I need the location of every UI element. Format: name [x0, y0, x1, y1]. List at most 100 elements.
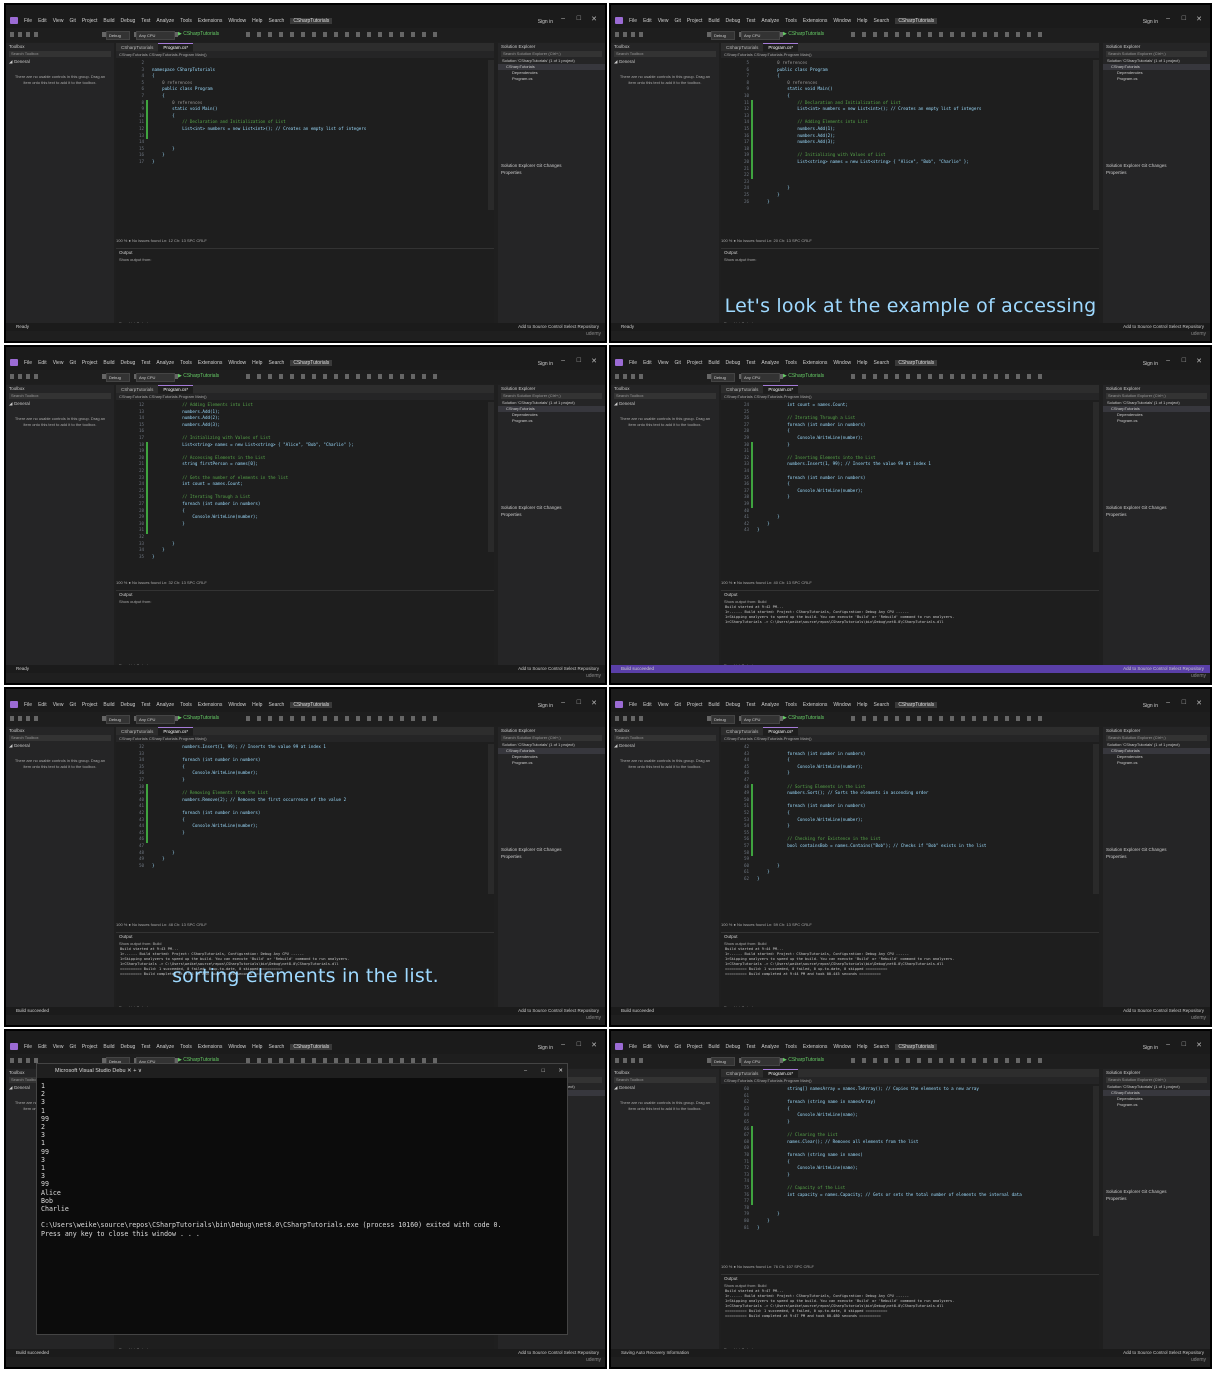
menu-item-edit[interactable]: Edit	[38, 1044, 47, 1050]
add-to-source-control[interactable]: Add to Source Control	[1123, 1008, 1167, 1013]
solution-search[interactable]: Search Solution Explorer (Ctrl+;)	[501, 393, 602, 399]
toolbar-tool-icon[interactable]	[851, 374, 855, 379]
add-to-source-control[interactable]: Add to Source Control	[518, 324, 562, 329]
toolbar-tool-icon[interactable]	[939, 1058, 943, 1063]
menu-item-tools[interactable]: Tools	[180, 1044, 192, 1050]
sign-in-link[interactable]: Sign in	[538, 19, 553, 25]
maximize-icon[interactable]: □	[1182, 1041, 1186, 1048]
menu-item-view[interactable]: View	[53, 1044, 64, 1050]
search-button[interactable]: Search	[268, 18, 284, 24]
toolbar-tool-icon[interactable]	[34, 716, 38, 721]
program-cs-node[interactable]: Program.cs	[1103, 76, 1210, 82]
nav-class[interactable]: CSharpTutorials.Program	[754, 1078, 799, 1083]
menu-item-analyze[interactable]: Analyze	[156, 1044, 174, 1050]
menu-item-project[interactable]: Project	[82, 360, 98, 366]
toolbar-tool-icon[interactable]	[367, 374, 371, 379]
toolbar-tool-icon[interactable]	[246, 374, 250, 379]
menu-item-debug[interactable]: Debug	[121, 360, 136, 366]
close-icon[interactable]: ✕	[591, 699, 597, 707]
toolbar-tool-icon[interactable]	[279, 716, 283, 721]
toolbar-tool-icon[interactable]	[10, 374, 14, 379]
menu-item-extensions[interactable]: Extensions	[803, 360, 827, 366]
toolbar-tool-icon[interactable]	[345, 32, 349, 37]
toolbar-tool-icon[interactable]	[631, 1058, 635, 1063]
platform-dropdown[interactable]: Any CPU	[136, 373, 175, 382]
menu-item-build[interactable]: Build	[708, 1044, 719, 1050]
start-button[interactable]: ▶ CSharpTutorials	[178, 373, 219, 379]
menu-item-window[interactable]: Window	[833, 702, 851, 708]
toolbar-tool-icon[interactable]	[906, 374, 910, 379]
toolbar-tool-icon[interactable]	[1027, 716, 1031, 721]
sign-in-link[interactable]: Sign in	[538, 703, 553, 709]
toolbox-search[interactable]: Search Toolbox	[9, 735, 111, 741]
zoom-level[interactable]: 100 %	[116, 922, 127, 927]
editor-scrollbar[interactable]	[1093, 402, 1099, 552]
menu-item-edit[interactable]: Edit	[643, 18, 652, 24]
menu-item-git[interactable]: Git	[69, 18, 75, 24]
toolbar-tool-icon[interactable]	[950, 32, 954, 37]
toolbar-tool-icon[interactable]	[257, 374, 261, 379]
toolbar-tool-icon[interactable]	[10, 32, 14, 37]
toolbar-tool-icon[interactable]	[1016, 1058, 1020, 1063]
menu-item-git[interactable]: Git	[69, 1044, 75, 1050]
toolbar-tool-icon[interactable]	[334, 32, 338, 37]
menu-item-edit[interactable]: Edit	[38, 18, 47, 24]
output-source-dropdown[interactable]: Build	[758, 599, 767, 604]
menu-item-help[interactable]: Help	[252, 18, 262, 24]
toolbar-tool-icon[interactable]	[972, 716, 976, 721]
minimize-icon[interactable]: –	[1166, 357, 1170, 364]
menu-item-debug[interactable]: Debug	[726, 360, 741, 366]
maximize-icon[interactable]: □	[1182, 357, 1186, 364]
minimize-icon[interactable]: –	[561, 699, 565, 706]
menu-item-project[interactable]: Project	[687, 1044, 703, 1050]
toolbar-tool-icon[interactable]	[433, 716, 437, 721]
toolbar-tool-icon[interactable]	[873, 32, 877, 37]
menu-item-window[interactable]: Window	[833, 1044, 851, 1050]
toolbar-tool-icon[interactable]	[623, 32, 627, 37]
menu-item-build[interactable]: Build	[708, 18, 719, 24]
select-repository[interactable]: Select Repository	[1169, 1008, 1204, 1013]
toolbar-tool-icon[interactable]	[851, 1058, 855, 1063]
toolbar-tool-icon[interactable]	[1016, 32, 1020, 37]
close-icon[interactable]: ✕	[1196, 15, 1202, 23]
toolbar-tool-icon[interactable]	[862, 1058, 866, 1063]
menu-item-tools[interactable]: Tools	[785, 1044, 797, 1050]
config-dropdown[interactable]: Debug	[711, 31, 735, 40]
toolbar-tool-icon[interactable]	[18, 1058, 22, 1063]
toolbar-tool-icon[interactable]	[884, 32, 888, 37]
toolbar-tool-icon[interactable]	[873, 374, 877, 379]
start-button[interactable]: ▶ CSharpTutorials	[783, 1057, 824, 1063]
toolbar-tool-icon[interactable]	[994, 716, 998, 721]
close-icon[interactable]: ✕	[591, 1041, 597, 1049]
toolbar-tool-icon[interactable]	[851, 32, 855, 37]
menu-item-analyze[interactable]: Analyze	[761, 702, 779, 708]
toolbar-tool-icon[interactable]	[639, 716, 643, 721]
toolbox-group[interactable]: ◢ General	[611, 400, 719, 408]
toolbar-tool-icon[interactable]	[312, 32, 316, 37]
start-button[interactable]: ▶ CSharpTutorials	[783, 31, 824, 37]
sign-in-link[interactable]: Sign in	[538, 1045, 553, 1051]
program-cs-node[interactable]: Program.cs	[498, 760, 605, 766]
toolbar-tool-icon[interactable]	[917, 32, 921, 37]
editor-scrollbar[interactable]	[1093, 1086, 1099, 1236]
toolbar-tool-icon[interactable]	[950, 716, 954, 721]
toolbar-tool-icon[interactable]	[18, 374, 22, 379]
menu-item-build[interactable]: Build	[103, 360, 114, 366]
toolbar-tool-icon[interactable]	[345, 716, 349, 721]
search-button[interactable]: Search	[873, 360, 889, 366]
toolbar-tool-icon[interactable]	[312, 374, 316, 379]
program-cs-node[interactable]: Program.cs	[1103, 418, 1210, 424]
toolbar-tool-icon[interactable]	[862, 32, 866, 37]
toolbar-tool-icon[interactable]	[917, 1058, 921, 1063]
issues-indicator[interactable]: No issues found	[737, 580, 766, 585]
toolbar-tool-icon[interactable]	[433, 32, 437, 37]
toolbar-tool-icon[interactable]	[411, 716, 415, 721]
zoom-level[interactable]: 100 %	[116, 580, 127, 585]
menu-item-test[interactable]: Test	[746, 1044, 755, 1050]
menu-item-test[interactable]: Test	[141, 1044, 150, 1050]
config-dropdown[interactable]: Debug	[711, 1057, 735, 1066]
toolbar-tool-icon[interactable]	[334, 716, 338, 721]
zoom-level[interactable]: 100 %	[721, 1264, 732, 1269]
toolbar-tool-icon[interactable]	[10, 716, 14, 721]
menu-item-extensions[interactable]: Extensions	[198, 18, 222, 24]
